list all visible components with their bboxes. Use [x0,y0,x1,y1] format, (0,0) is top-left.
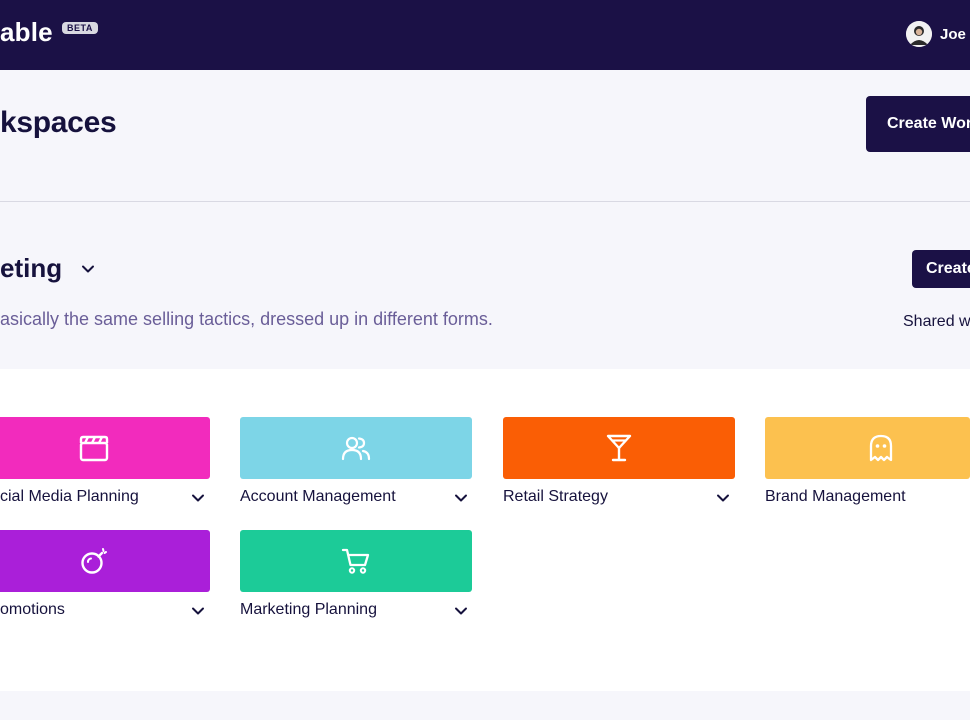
board-title[interactable]: Marketing Planning [240,601,377,619]
board-card[interactable]: omotions [0,530,210,622]
board-card[interactable]: Account Management [240,417,472,509]
board-banner[interactable] [240,417,472,479]
board-title[interactable]: Brand Management [765,488,906,506]
beta-badge: BETA [62,22,98,34]
board-card[interactable]: Marketing Planning [240,530,472,622]
cocktail-icon [606,434,632,462]
page-title: kspaces [0,106,117,139]
board-card[interactable]: cial Media Planning [0,417,210,509]
board-banner[interactable] [0,417,210,479]
workspace-description: asically the same selling tactics, dress… [0,309,493,329]
ghost-icon [869,434,893,462]
bomb-icon [81,548,107,574]
shopping-cart-icon [341,548,370,574]
boards-panel: cial Media Planning Account Management R… [0,369,970,691]
chevron-down-icon[interactable] [715,490,731,506]
board-title[interactable]: Account Management [240,488,396,506]
clapperboard-icon [79,435,109,462]
create-board-button[interactable]: Create [912,250,970,288]
section-divider [0,201,970,202]
board-banner[interactable] [0,530,210,592]
workspace-name[interactable]: eting [0,253,62,284]
board-banner[interactable] [765,417,970,479]
user-name[interactable]: Joe [940,26,966,43]
board-card[interactable]: Retail Strategy [503,417,735,509]
create-workspace-button[interactable]: Create Wor [866,96,970,152]
chevron-down-icon[interactable] [190,490,206,506]
shared-with-label[interactable]: Shared w [903,313,970,331]
chevron-down-icon[interactable] [453,603,469,619]
user-avatar[interactable] [906,21,932,47]
board-banner[interactable] [240,530,472,592]
board-title[interactable]: Retail Strategy [503,488,608,506]
chevron-down-icon[interactable] [190,603,206,619]
user-menu[interactable]: Joe [906,21,966,47]
board-banner[interactable] [503,417,735,479]
top-navigation-bar: able BETA Joe [0,0,970,70]
board-title[interactable]: cial Media Planning [0,488,139,506]
workspace-chevron-down-icon[interactable] [80,261,96,277]
avatar-image-icon [906,21,932,47]
chevron-down-icon[interactable] [453,490,469,506]
board-title[interactable]: omotions [0,601,65,619]
board-card[interactable]: Brand Management [765,417,970,509]
app-logo-text[interactable]: able [0,17,53,48]
users-icon [341,436,371,461]
